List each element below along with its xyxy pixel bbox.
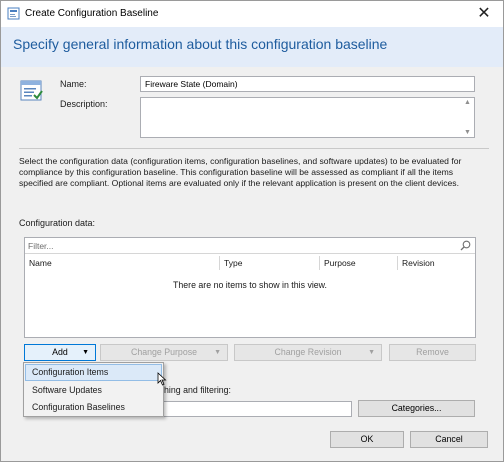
configuration-baseline-icon [20,80,43,101]
menu-item-configuration-baselines[interactable]: Configuration Baselines [25,399,162,416]
configuration-data-label: Configuration data: [19,218,96,228]
change-purpose-button[interactable]: Change Purpose ▼ [100,344,228,361]
chevron-down-icon: ▼ [368,349,375,356]
categories-button[interactable]: Categories... [358,400,475,417]
instructions-text: Select the configuration data (configura… [19,156,462,188]
divider [19,148,489,149]
column-header-type[interactable]: Type [220,256,320,270]
chevron-down-icon: ▼ [82,349,89,356]
change-revision-label: Change Revision [274,347,342,357]
create-configuration-baseline-window: Create Configuration Baseline ✕ Specify … [0,0,504,462]
title-bar: Create Configuration Baseline ✕ [1,1,503,27]
name-label: Name: [60,79,87,89]
change-revision-button[interactable]: Change Revision ▼ [234,344,382,361]
menu-item-configuration-items[interactable]: Configuration Items [25,364,162,381]
add-dropdown-menu: Configuration Items Software Updates Con… [23,362,164,417]
search-icon[interactable] [460,240,471,251]
ok-button[interactable]: OK [330,431,404,448]
search-section-label: hing and filtering: [164,385,231,395]
description-label: Description: [60,99,108,109]
app-icon [7,7,20,20]
remove-button[interactable]: Remove [389,344,476,361]
cancel-button[interactable]: Cancel [410,431,488,448]
menu-item-software-updates[interactable]: Software Updates [25,382,162,399]
column-header-purpose[interactable]: Purpose [320,256,398,270]
description-field[interactable]: ▲ ▼ [140,97,475,138]
close-icon: ✕ [477,5,491,22]
filter-input[interactable] [25,238,455,253]
description-scrollbar[interactable]: ▲ ▼ [462,98,474,137]
scroll-up-icon[interactable]: ▲ [464,99,471,106]
name-field[interactable] [140,76,475,92]
page-title: Specify general information about this c… [13,36,388,52]
chevron-down-icon: ▼ [214,349,221,356]
add-button[interactable]: Add ▼ [24,344,96,361]
scroll-down-icon[interactable]: ▼ [464,129,471,136]
configuration-data-list[interactable]: Name Type Purpose Revision There are no … [24,237,476,338]
dialog-body: Name: Description: ▲ ▼ Select the config… [1,67,503,461]
column-header-name[interactable]: Name [25,256,220,270]
empty-list-message: There are no items to show in this view. [172,280,327,290]
mouse-cursor-icon [157,372,167,386]
add-button-label: Add [52,347,68,357]
window-title: Create Configuration Baseline [25,8,159,19]
page-header: Specify general information about this c… [1,27,503,67]
column-header-revision[interactable]: Revision [398,256,475,270]
change-purpose-label: Change Purpose [130,347,198,357]
close-button[interactable]: ✕ [473,4,495,24]
filter-bar [25,238,475,254]
